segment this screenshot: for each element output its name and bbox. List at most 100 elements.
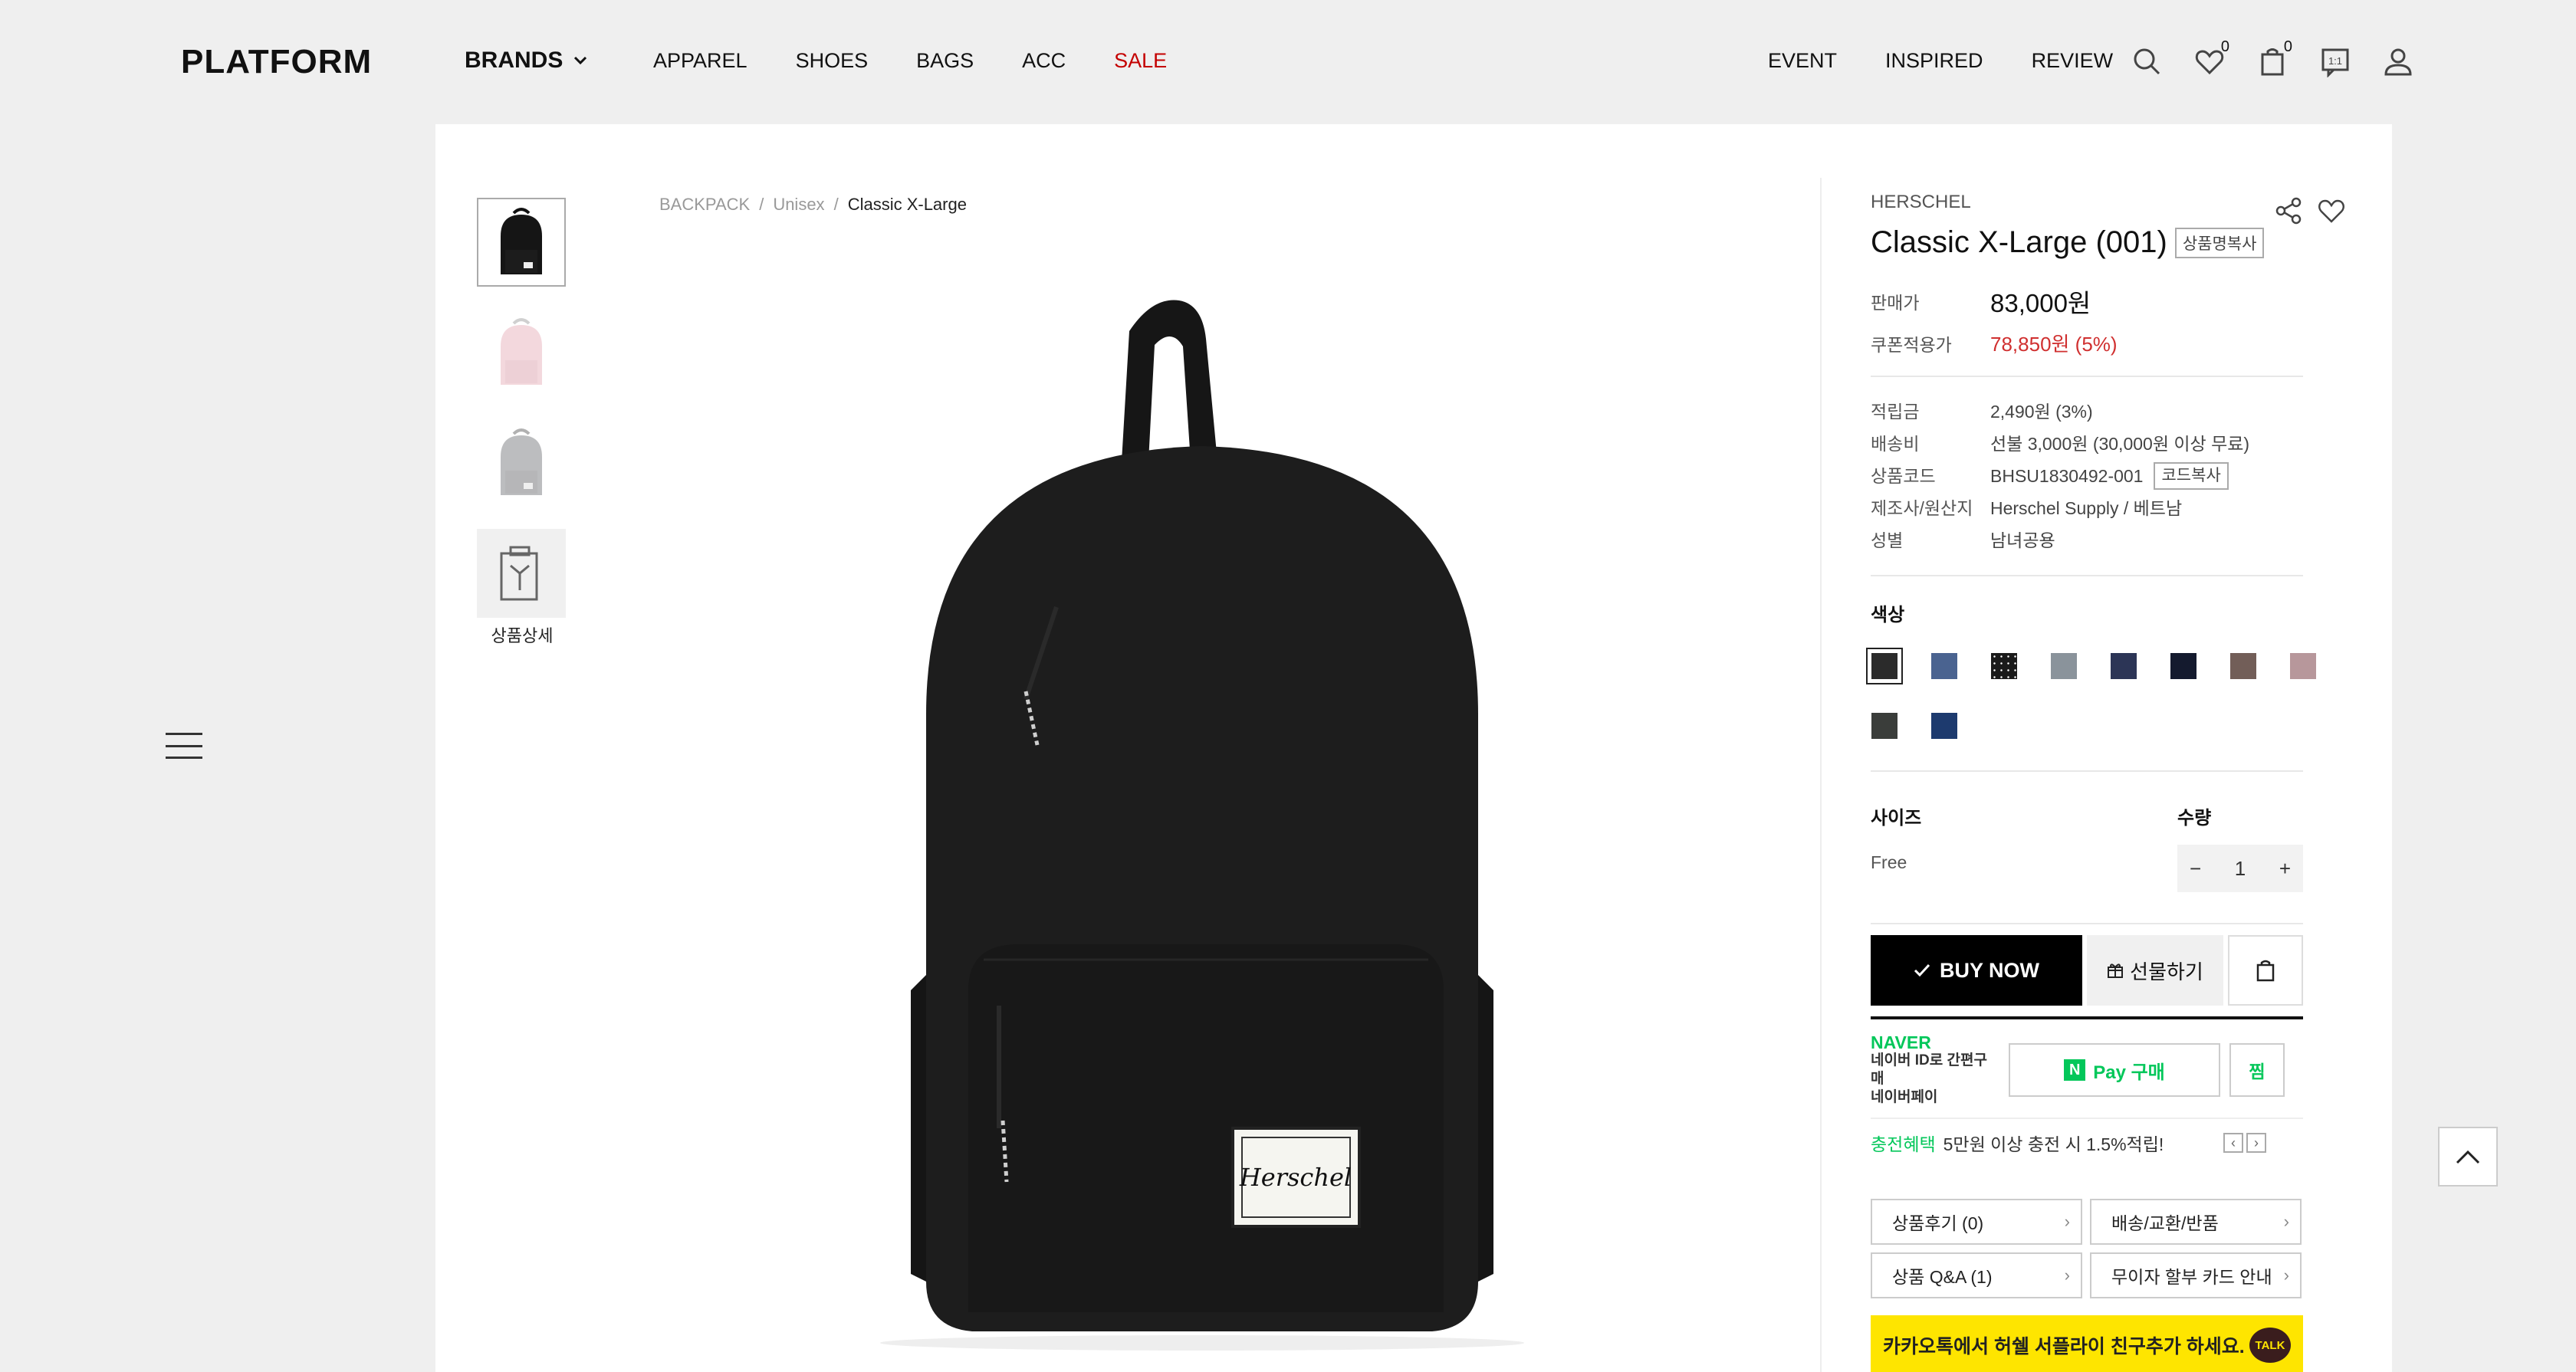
- thumbnail-list: 상품상세: [477, 198, 567, 647]
- nav-review[interactable]: REVIEW: [2032, 49, 2114, 73]
- breadcrumb-unisex[interactable]: Unisex: [773, 195, 824, 215]
- charge-text: 5만원 이상 충전 시 1.5%적립!: [1943, 1134, 2164, 1154]
- wishlist-button[interactable]: 0: [2190, 38, 2229, 81]
- shipping-return-link[interactable]: 배송/교환/반품 ›: [2090, 1199, 2302, 1245]
- spec-points: 적립금 2,490원 (3%): [1871, 396, 2303, 428]
- svg-text:Herschel: Herschel: [1239, 1163, 1352, 1192]
- naver-line1: 네이버 ID로 간편구매: [1871, 1052, 1987, 1087]
- spec-label: 적립금: [1871, 402, 1920, 422]
- thumbnail-pink[interactable]: [477, 308, 566, 397]
- copy-code-button[interactable]: 코드복사: [2154, 462, 2229, 490]
- shopping-bag-icon: [2256, 960, 2275, 982]
- link-label: 무이자 할부 카드 안내: [2111, 1267, 2272, 1287]
- coupon-value: 78,850원 (5%): [1990, 333, 2118, 356]
- color-swatch[interactable]: [2105, 648, 2142, 684]
- color-swatch[interactable]: [2045, 648, 2082, 684]
- account-button[interactable]: [2378, 41, 2418, 81]
- color-swatch[interactable]: [1926, 648, 1963, 684]
- color-swatch[interactable]: [1926, 707, 1963, 744]
- quantity-value[interactable]: 1: [2235, 857, 2246, 881]
- product-main-image: Herschel: [880, 300, 1524, 1351]
- spec-value: 2,490원 (3%): [1990, 402, 2093, 422]
- quantity-minus-button[interactable]: −: [2190, 857, 2201, 881]
- nav-apparel[interactable]: APPAREL: [653, 49, 748, 73]
- coupon-label: 쿠폰적용가: [1871, 334, 1952, 355]
- menu-line: [166, 757, 202, 759]
- naver-pay-section: NAVER 네이버 ID로 간편구매 네이버페이 N Pay 구매 찜: [1871, 1033, 2303, 1107]
- chevron-up-icon: [2456, 1150, 2480, 1164]
- prev-arrow-button[interactable]: ‹: [2223, 1133, 2243, 1153]
- nav-inspired[interactable]: INSPIRED: [1885, 49, 1983, 73]
- heart-icon[interactable]: [2317, 196, 2346, 225]
- gift-label: 선물하기: [2130, 960, 2203, 983]
- next-arrow-button[interactable]: ›: [2246, 1133, 2266, 1153]
- nav-bags[interactable]: BAGS: [916, 49, 974, 73]
- nav-acc[interactable]: ACC: [1022, 49, 1066, 73]
- kakao-banner[interactable]: 카카오톡에서 허쉘 서플라이 친구추가 하세요. TALK: [1871, 1315, 2303, 1372]
- spec-gender: 성별 남녀공용: [1871, 524, 2303, 556]
- breadcrumb-backpack[interactable]: BACKPACK: [659, 195, 750, 215]
- site-logo[interactable]: PLATFORM: [181, 43, 372, 81]
- product-brand[interactable]: HERSCHEL: [1871, 192, 2303, 213]
- gift-button[interactable]: 선물하기: [2087, 935, 2223, 1006]
- price-value: 83,000원: [1990, 289, 2091, 317]
- divider: [1871, 923, 2303, 924]
- swatch-fill: [2111, 653, 2137, 679]
- scroll-to-top-button[interactable]: [2438, 1127, 2498, 1187]
- nav-event[interactable]: EVENT: [1768, 49, 1837, 73]
- side-menu-button[interactable]: [166, 733, 202, 759]
- header-icons: 0 0 1:1: [2127, 38, 2418, 81]
- swatch-fill: [1931, 713, 1957, 739]
- title-row: Classic X-Large (001) 상품명복사: [1871, 225, 2303, 260]
- color-swatch[interactable]: [2285, 648, 2321, 684]
- kakao-talk-icon: TALK: [2249, 1328, 2291, 1363]
- chevron-right-icon: ›: [2283, 1265, 2289, 1285]
- spec-label: 성별: [1871, 530, 1904, 550]
- breadcrumb-separator: /: [759, 195, 764, 214]
- thumbnail-grey[interactable]: [477, 418, 566, 507]
- color-swatch[interactable]: [2165, 648, 2202, 684]
- spec-value: BHSU1830492-001: [1990, 466, 2144, 486]
- naver-pay-button[interactable]: N Pay 구매: [2009, 1043, 2220, 1097]
- naver-line2: 네이버페이: [1871, 1089, 1938, 1105]
- backpack-thumb-image: [501, 318, 542, 385]
- color-swatch[interactable]: [1866, 648, 1903, 684]
- quantity-plus-button[interactable]: +: [2279, 857, 2291, 881]
- swatch-fill: [1931, 653, 1957, 679]
- color-swatches: [1866, 648, 2341, 744]
- breadcrumb-current: Classic X-Large: [847, 195, 967, 214]
- add-to-cart-button[interactable]: [2228, 935, 2303, 1006]
- chat-button[interactable]: 1:1: [2315, 41, 2355, 81]
- color-title: 색상: [1871, 605, 1905, 625]
- nav-shoes[interactable]: SHOES: [796, 49, 869, 73]
- quantity-title: 수량: [2177, 808, 2212, 829]
- color-swatch[interactable]: [1986, 648, 2022, 684]
- search-button[interactable]: [2127, 41, 2167, 81]
- thumbnail-detail[interactable]: [477, 529, 566, 618]
- thumbnail-black[interactable]: [477, 198, 566, 287]
- copy-name-button[interactable]: 상품명복사: [2174, 227, 2265, 258]
- share-icon[interactable]: [2274, 196, 2303, 225]
- color-swatch[interactable]: [1866, 707, 1903, 744]
- charge-label: 충전혜택: [1871, 1134, 1936, 1154]
- buy-now-button[interactable]: BUY NOW: [1871, 935, 2082, 1006]
- color-swatch[interactable]: [2225, 648, 2262, 684]
- cart-button[interactable]: 0: [2252, 38, 2292, 81]
- coupon-row: 쿠폰적용가 78,850원 (5%): [1871, 329, 2303, 357]
- naver-logo: NAVER: [1871, 1032, 1931, 1052]
- divider: [1871, 376, 2303, 377]
- link-label: 상품 Q&A (1): [1892, 1267, 1993, 1287]
- installment-link[interactable]: 무이자 할부 카드 안내 ›: [2090, 1252, 2302, 1298]
- gift-icon: [2108, 963, 2124, 978]
- nav-sale[interactable]: SALE: [1114, 49, 1167, 73]
- qna-link[interactable]: 상품 Q&A (1) ›: [1871, 1252, 2082, 1298]
- spec-code: 상품코드 BHSU1830492-001 코드복사: [1871, 460, 2303, 492]
- charge-nav: ‹ ›: [2223, 1133, 2266, 1153]
- size-qty-row: 사이즈 Free 수량 − 1 +: [1871, 803, 2303, 892]
- size-value[interactable]: Free: [1871, 852, 1921, 873]
- cart-count: 0: [2283, 38, 2292, 55]
- reviews-link[interactable]: 상품후기 (0) ›: [1871, 1199, 2082, 1245]
- brands-menu[interactable]: BRANDS: [465, 48, 587, 74]
- breadcrumb-separator: /: [833, 195, 839, 214]
- naver-jjim-button[interactable]: 찜: [2229, 1043, 2285, 1097]
